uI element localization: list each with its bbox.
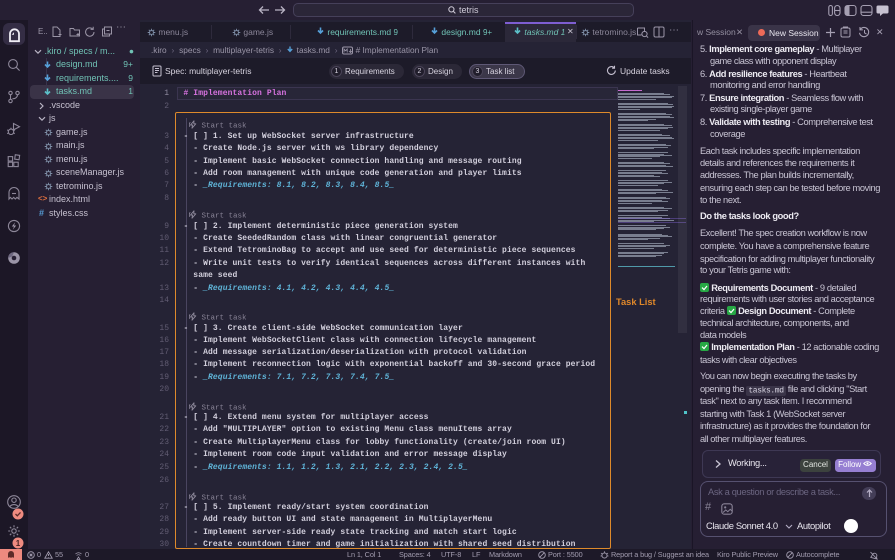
svg-text:1: 1 bbox=[16, 539, 21, 548]
